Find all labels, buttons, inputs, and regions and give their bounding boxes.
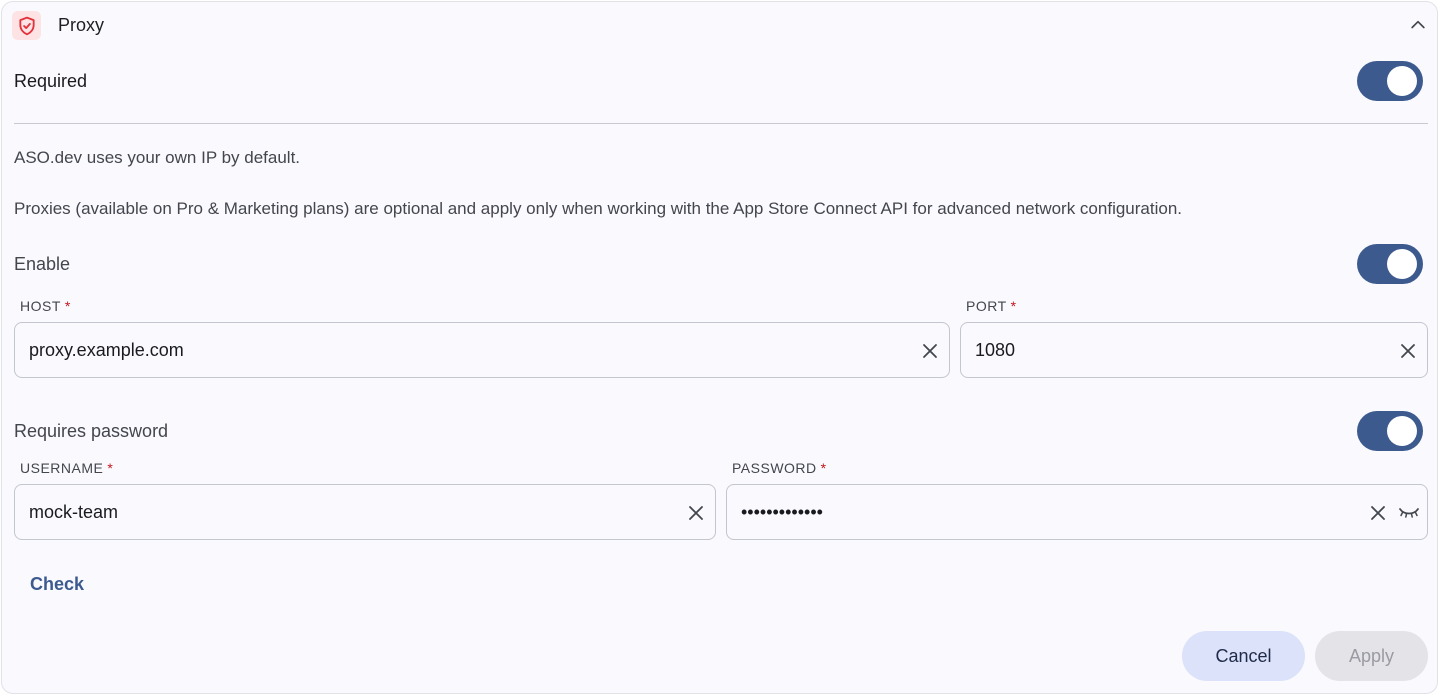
password-input[interactable]: ••••••••••••• bbox=[726, 484, 1428, 540]
username-value[interactable]: mock-team bbox=[29, 502, 118, 523]
panel-header[interactable]: Proxy bbox=[2, 2, 1437, 48]
shield-check-icon bbox=[12, 11, 41, 40]
clear-host-icon[interactable] bbox=[919, 340, 941, 362]
clear-password-icon[interactable] bbox=[1367, 502, 1389, 524]
password-value[interactable]: ••••••••••••• bbox=[741, 502, 823, 523]
required-asterisk: * bbox=[1010, 298, 1017, 314]
host-value[interactable]: proxy.example.com bbox=[29, 340, 184, 361]
host-input[interactable]: proxy.example.com bbox=[14, 322, 950, 378]
apply-button[interactable]: Apply bbox=[1315, 631, 1428, 681]
requires-password-label: Requires password bbox=[14, 421, 169, 441]
port-value[interactable]: 1080 bbox=[975, 340, 1015, 361]
required-asterisk: * bbox=[107, 460, 114, 476]
proxy-panel: Proxy Required ASO.dev uses your own IP … bbox=[1, 1, 1438, 694]
eye-closed-icon[interactable] bbox=[1397, 502, 1421, 524]
clear-port-icon[interactable] bbox=[1397, 340, 1419, 362]
enable-toggle[interactable] bbox=[1357, 244, 1423, 284]
divider bbox=[14, 123, 1428, 124]
username-input[interactable]: mock-team bbox=[14, 484, 716, 540]
toggle-knob bbox=[1387, 66, 1417, 96]
panel-title: Proxy bbox=[58, 15, 105, 35]
port-label: PORT * bbox=[966, 298, 1017, 314]
required-asterisk: * bbox=[820, 460, 827, 476]
host-label: HOST * bbox=[20, 298, 71, 314]
chevron-up-icon[interactable] bbox=[1407, 14, 1429, 36]
cancel-button[interactable]: Cancel bbox=[1182, 631, 1305, 681]
requires-password-toggle[interactable] bbox=[1357, 411, 1423, 451]
port-input[interactable]: 1080 bbox=[960, 322, 1428, 378]
required-toggle[interactable] bbox=[1357, 61, 1423, 101]
description-proxies: Proxies (available on Pro & Marketing pl… bbox=[14, 199, 1183, 218]
required-label: Required bbox=[14, 71, 88, 91]
description-default-ip: ASO.dev uses your own IP by default. bbox=[14, 148, 301, 167]
enable-label: Enable bbox=[14, 254, 71, 274]
required-asterisk: * bbox=[64, 298, 71, 314]
check-button[interactable]: Check bbox=[30, 574, 84, 595]
password-label: PASSWORD * bbox=[732, 460, 827, 476]
toggle-knob bbox=[1387, 416, 1417, 446]
username-label: USERNAME * bbox=[20, 460, 114, 476]
toggle-knob bbox=[1387, 249, 1417, 279]
clear-username-icon[interactable] bbox=[685, 502, 707, 524]
